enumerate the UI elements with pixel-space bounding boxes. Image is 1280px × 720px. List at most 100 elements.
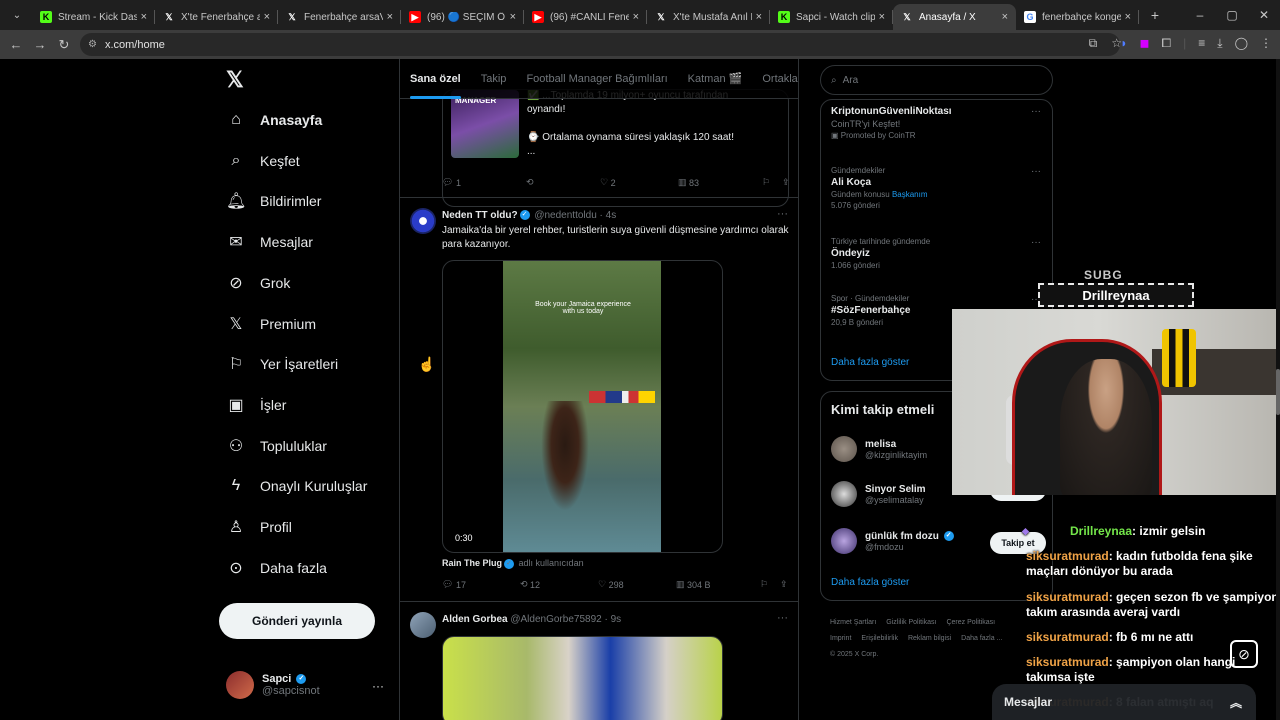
timeline-tab[interactable]: Katman 🎬 — [688, 59, 743, 99]
repost-button[interactable]: ⟲ 12 — [520, 579, 598, 590]
close-window-icon[interactable]: ✕ — [1248, 8, 1280, 22]
more-icon[interactable]: ··· — [1031, 106, 1041, 117]
scrollbar-thumb[interactable] — [1276, 369, 1280, 415]
nav-item-communities[interactable]: ⚇ Topluluklar — [226, 431, 327, 461]
tab-close-icon[interactable]: × — [633, 11, 639, 23]
back-icon[interactable]: ← — [4, 37, 28, 52]
install-app-icon[interactable]: ⧉ — [1089, 36, 1098, 51]
tab-close-icon[interactable]: × — [1125, 11, 1131, 23]
show-more-users-link[interactable]: Daha fazla göster — [831, 577, 909, 588]
like-button[interactable]: ♡ 298 — [598, 579, 676, 590]
views-button[interactable]: ▥ 83 — [678, 177, 762, 188]
video-frame[interactable]: Book your Jamaica experience with us tod… — [503, 261, 661, 552]
author-handle[interactable]: @nedenttoldu — [534, 210, 596, 221]
like-button[interactable]: ♡ 2 — [600, 177, 678, 188]
grok-icon[interactable]: ⊘ — [1230, 640, 1258, 668]
tab-close-icon[interactable]: × — [1002, 11, 1008, 23]
browser-tab[interactable]: K Stream - Kick Dashboard × — [32, 4, 155, 30]
browser-tab[interactable]: ▶ (96) 🔵 SEÇİM Ö × — [401, 4, 524, 30]
nav-item-grok[interactable]: ⊘ Grok — [226, 268, 290, 298]
trend-item[interactable]: Gündemdekiler Ali Koça Gündem konusu Baş… — [831, 166, 1041, 210]
tweet-previous[interactable]: MANAGER ✅ ...Toplamda 19 milyon+ oyuncu … — [400, 89, 798, 207]
url-text[interactable]: x.com/home — [105, 39, 165, 51]
tweet[interactable]: Neden TT oldu? ✓ @nedenttoldu · 4s ··· Ja… — [400, 198, 798, 602]
new-tab-button[interactable]: + — [1143, 7, 1167, 23]
nav-item-messages[interactable]: ✉ Mesajlar — [226, 227, 313, 257]
minimize-icon[interactable]: – — [1184, 8, 1216, 22]
reload-icon[interactable]: ↻ — [52, 37, 76, 53]
omnibox[interactable]: ⚙ x.com/home — [80, 33, 1120, 56]
nav-item-notifications[interactable]: 🔔︎ Bildirimler — [226, 186, 321, 216]
nav-item-more[interactable]: ⊙ Daha fazla — [226, 553, 327, 583]
tab-close-icon[interactable]: × — [141, 11, 147, 23]
account-switcher[interactable]: Sapci ✓ @sapcisnot ··· — [226, 671, 384, 699]
timeline-tab[interactable]: Football Manager Bağımlıları — [526, 59, 667, 99]
site-info-icon[interactable]: ⚙ — [88, 39, 97, 50]
extension-icon[interactable]: ◼ — [1140, 36, 1150, 51]
timeline-tab[interactable]: Takip — [481, 59, 507, 99]
nav-item-verified-orgs[interactable]: ϟ Onaylı Kuruluşlar — [226, 471, 368, 501]
tab-close-icon[interactable]: × — [756, 11, 762, 23]
post-button[interactable]: Gönderi yayınla — [219, 603, 375, 639]
more-icon[interactable]: ··· — [1031, 237, 1041, 248]
nav-item-home[interactable]: ⌂ Anasayfa — [226, 105, 322, 135]
more-icon[interactable]: ··· — [1031, 166, 1041, 177]
page-scrollbar[interactable] — [1276, 59, 1280, 720]
tweet-time[interactable]: · 4s — [600, 210, 617, 221]
tab-close-icon[interactable]: × — [387, 11, 393, 23]
download-icon[interactable]: ⤓ — [1217, 36, 1222, 51]
nav-item-bookmarks[interactable]: ⚐ Yer İşaretleri — [226, 349, 338, 379]
profile-icon[interactable]: ◯ — [1235, 36, 1248, 51]
trend-item[interactable]: KriptonunGüvenliNoktası CoinTR'yi Keşfet… — [831, 106, 1041, 140]
bookmark-icon[interactable]: ⚐ — [762, 177, 782, 188]
nav-item-jobs[interactable]: ▣ İşler — [226, 390, 286, 420]
footer-link[interactable]: Daha fazla ... — [961, 635, 1002, 642]
trend-link[interactable]: Başkanım — [892, 190, 928, 199]
repost-button[interactable]: ⟲ — [526, 177, 600, 188]
credit-name[interactable]: Rain The Plug — [442, 558, 502, 568]
messages-drawer[interactable]: Mesajlar ︽ — [992, 684, 1256, 720]
browser-tab[interactable]: 𝕏 X'te Fenerbahçe arsa × — [155, 4, 278, 30]
quoted-card[interactable]: MANAGER ✅ ...Toplamda 19 milyon+ oyuncu … — [442, 89, 789, 207]
more-icon[interactable]: ··· — [372, 679, 384, 693]
browser-tab[interactable]: 𝕏 Fenerbahçe arsaVev × — [278, 4, 401, 30]
bookmark-icon[interactable]: ⚐ — [760, 579, 780, 590]
x-logo-icon[interactable]: 𝕏 — [226, 67, 244, 93]
footer-link[interactable]: © 2025 X Corp. — [830, 651, 878, 658]
tab-close-icon[interactable]: × — [879, 11, 885, 23]
footer-link[interactable]: Hizmet Şartları — [830, 619, 876, 626]
menu-icon[interactable]: ⋮ — [1260, 36, 1272, 51]
nav-item-explore[interactable]: ⌕ Keşfet — [226, 146, 300, 176]
extension-icon[interactable]: ◗ — [1120, 36, 1127, 51]
browser-tab[interactable]: K Sapci - Watch clips o × — [770, 4, 893, 30]
suggested-user[interactable]: günlük fm dozu ✓ @fmdozu Takip et — [831, 528, 1046, 554]
timeline-tab[interactable]: Ortaklar — [762, 59, 798, 99]
reply-button[interactable]: 💬︎ 17 — [442, 579, 520, 590]
timeline-tab[interactable]: Sana özel — [410, 59, 461, 99]
tab-close-icon[interactable]: × — [510, 11, 516, 23]
author-name[interactable]: Alden Gorbea — [442, 614, 508, 625]
forward-icon[interactable]: → — [28, 37, 52, 52]
browser-tab[interactable]: ▶ (96) #CANLI Fenerbahçe × — [524, 4, 647, 30]
footer-link[interactable]: Çerez Politikası — [946, 619, 995, 626]
browser-tab[interactable]: 𝕏 X'te Mustafa Anıl Ber × — [647, 4, 770, 30]
tab-close-icon[interactable]: × — [264, 11, 270, 23]
footer-link[interactable]: Gizlilik Politikası — [886, 619, 936, 626]
browser-tab[interactable]: Gfenerbahçe konger ü × — [1016, 4, 1139, 30]
share-icon[interactable]: ⇪ — [780, 579, 788, 590]
author-name[interactable]: Neden TT oldu? — [442, 210, 518, 221]
puzzle-icon[interactable]: ⧠ — [1162, 36, 1172, 51]
show-more-trends-link[interactable]: Daha fazla göster — [831, 357, 909, 368]
chevron-up-icon[interactable]: ︽ — [1230, 694, 1242, 711]
maximize-icon[interactable]: ▢ — [1216, 8, 1248, 22]
footer-link[interactable]: Reklam bilgisi — [908, 635, 951, 642]
footer-link[interactable]: Imprint — [830, 635, 851, 642]
reply-button[interactable]: 💬︎ 1 — [442, 177, 526, 188]
author-handle[interactable]: @AldenGorbe75892 — [510, 614, 601, 625]
views-button[interactable]: ▥ 304 B — [676, 579, 760, 590]
share-icon[interactable]: ⇪ — [782, 177, 790, 188]
tweet-video[interactable]: Book your Jamaica experience with us tod… — [442, 260, 723, 553]
tweet-video[interactable] — [442, 636, 723, 720]
trend-item[interactable]: Türkiye tarihinde gündemde Öndeyiz 1.066… — [831, 237, 1041, 270]
browser-tab[interactable]: 𝕏 Anasayfa / X × — [893, 4, 1016, 30]
